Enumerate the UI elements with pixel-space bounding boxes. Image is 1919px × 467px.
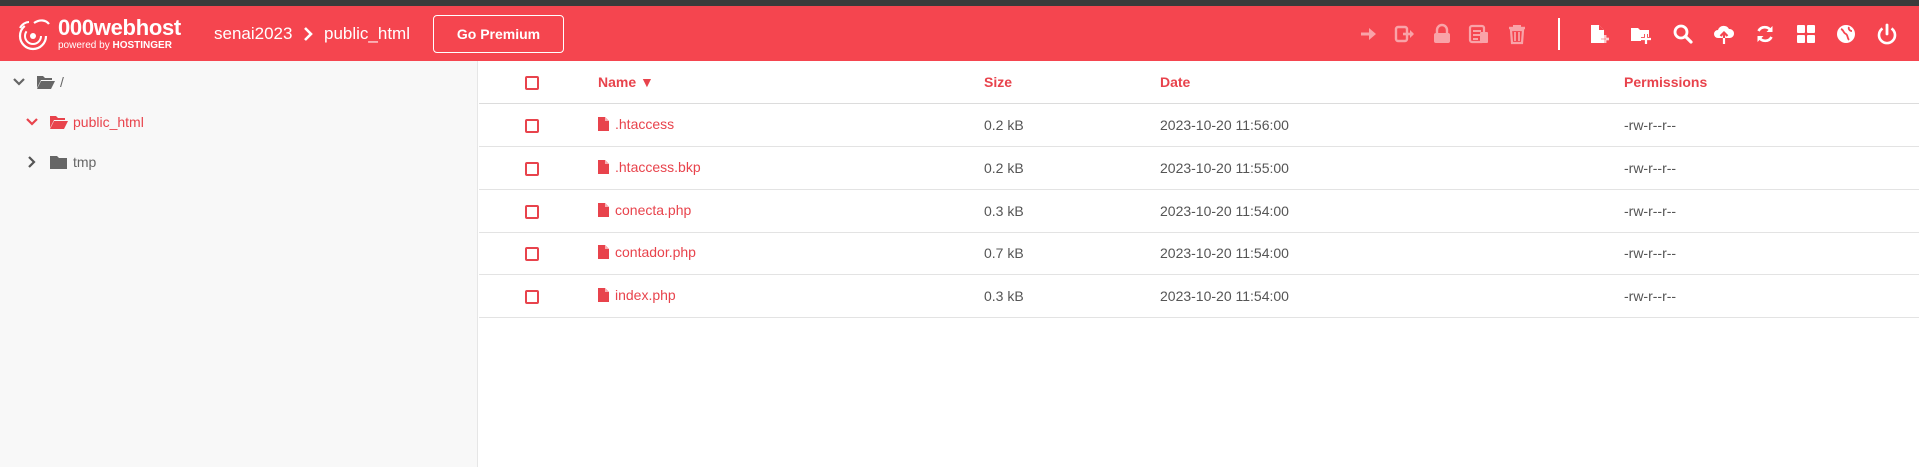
table-row[interactable]: conecta.php 0.3 kB 2023-10-20 11:54:00 -…	[479, 190, 1919, 233]
file-name: .htaccess.bkp	[615, 159, 701, 175]
archive-icon[interactable]	[1466, 21, 1492, 47]
refresh-icon[interactable]	[1752, 21, 1778, 47]
brand-name: 000webhost	[58, 15, 181, 40]
file-permissions: -rw-r--r--	[1624, 245, 1677, 261]
power-icon[interactable]	[1874, 21, 1900, 47]
file-size: 0.2 kB	[984, 160, 1024, 176]
tree-item-label: tmp	[73, 154, 97, 170]
table-row[interactable]: .htaccess.bkp 0.2 kB 2023-10-20 11:55:00…	[479, 147, 1919, 190]
file-name: contador.php	[615, 244, 696, 260]
table-header: Name ▼ Size Date Permissions	[479, 61, 1919, 104]
file-name: index.php	[615, 287, 676, 303]
file-list-panel: Name ▼ Size Date Permissions .htaccess 0…	[479, 61, 1919, 467]
column-permissions-header[interactable]: Permissions	[1624, 74, 1707, 90]
file-date: 2023-10-20 11:55:00	[1160, 160, 1289, 176]
select-all-checkbox[interactable]	[525, 76, 539, 90]
brand-logo[interactable]: 000webhost powered by HOSTINGER	[14, 16, 199, 52]
file-permissions: -rw-r--r--	[1624, 288, 1677, 304]
file-date: 2023-10-20 11:54:00	[1160, 245, 1289, 261]
table-row[interactable]: .htaccess 0.2 kB 2023-10-20 11:56:00 -rw…	[479, 104, 1919, 147]
file-permissions: -rw-r--r--	[1624, 203, 1677, 219]
search-icon[interactable]	[1670, 21, 1696, 47]
new-file-icon[interactable]	[1586, 21, 1612, 47]
row-checkbox[interactable]	[525, 247, 539, 261]
row-checkbox[interactable]	[525, 205, 539, 219]
file-icon	[598, 203, 609, 217]
breadcrumb-folder[interactable]: public_html	[324, 24, 410, 44]
new-folder-icon[interactable]	[1628, 21, 1654, 47]
file-permissions: -rw-r--r--	[1624, 117, 1677, 133]
file-icon	[598, 117, 609, 131]
file-name-link[interactable]: conecta.php	[598, 202, 691, 218]
file-size: 0.7 kB	[984, 245, 1024, 261]
lock-icon[interactable]	[1429, 21, 1455, 47]
rename-icon[interactable]	[1392, 21, 1418, 47]
chevron-down-icon[interactable]	[25, 115, 39, 129]
column-size-header[interactable]: Size	[984, 74, 1012, 90]
tree-item-label: public_html	[73, 114, 144, 130]
brand-sub-prefix: powered by	[58, 40, 110, 51]
file-name: conecta.php	[615, 202, 692, 218]
column-name-header[interactable]: Name ▼	[598, 74, 654, 90]
chevron-right-icon[interactable]	[25, 155, 39, 169]
move-icon[interactable]	[1356, 21, 1382, 47]
chevron-right-icon	[304, 27, 313, 41]
row-checkbox[interactable]	[525, 119, 539, 133]
file-size: 0.3 kB	[984, 203, 1024, 219]
toolbar-divider	[1558, 18, 1560, 50]
folder-open-icon	[37, 76, 55, 89]
swirl-logo-icon	[18, 19, 50, 51]
grid-view-icon[interactable]	[1793, 21, 1819, 47]
folder-tree-sidebar: / public_html tmp	[0, 61, 478, 467]
file-date: 2023-10-20 11:54:00	[1160, 203, 1289, 219]
file-size: 0.3 kB	[984, 288, 1024, 304]
brand-subtitle: powered by HOSTINGER	[58, 41, 181, 51]
tree-item-tmp[interactable]: tmp	[25, 154, 96, 170]
file-icon	[598, 160, 609, 174]
file-permissions: -rw-r--r--	[1624, 160, 1677, 176]
file-size: 0.2 kB	[984, 117, 1024, 133]
file-name: .htaccess	[615, 116, 675, 132]
breadcrumb-site[interactable]: senai2023	[214, 24, 292, 44]
trash-icon[interactable]	[1504, 21, 1530, 47]
file-name-link[interactable]: .htaccess	[598, 116, 674, 132]
tree-root[interactable]: /	[12, 74, 64, 90]
column-date-header[interactable]: Date	[1160, 74, 1190, 90]
file-icon	[598, 288, 609, 302]
file-date: 2023-10-20 11:56:00	[1160, 117, 1289, 133]
table-row[interactable]: contador.php 0.7 kB 2023-10-20 11:54:00 …	[479, 232, 1919, 275]
row-checkbox[interactable]	[525, 162, 539, 176]
go-premium-button[interactable]: Go Premium	[433, 15, 564, 53]
folder-icon	[50, 156, 67, 169]
chevron-down-icon[interactable]	[12, 75, 26, 89]
file-icon	[598, 245, 609, 259]
row-checkbox[interactable]	[525, 290, 539, 304]
tree-item-public-html[interactable]: public_html	[25, 114, 144, 130]
file-name-link[interactable]: .htaccess.bkp	[598, 159, 701, 175]
header-bar: 000webhost powered by HOSTINGER senai202…	[0, 6, 1919, 61]
upload-icon[interactable]	[1711, 21, 1737, 47]
globe-icon[interactable]	[1833, 21, 1859, 47]
file-date: 2023-10-20 11:54:00	[1160, 288, 1289, 304]
table-row[interactable]: index.php 0.3 kB 2023-10-20 11:54:00 -rw…	[479, 275, 1919, 318]
brand-sub-brand: HOSTINGER	[112, 40, 172, 51]
folder-open-icon	[50, 116, 68, 129]
tree-root-label: /	[60, 74, 64, 90]
file-name-link[interactable]: index.php	[598, 287, 676, 303]
file-name-link[interactable]: contador.php	[598, 244, 696, 260]
